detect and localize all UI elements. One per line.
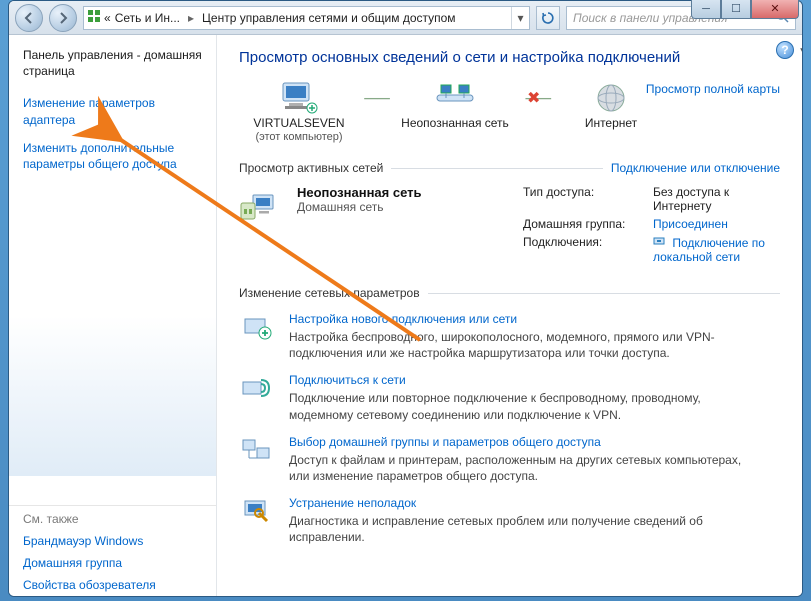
node-sub: (этот компьютер) bbox=[239, 131, 359, 143]
network-link-broken: ── bbox=[515, 80, 551, 116]
lan-icon bbox=[653, 236, 668, 250]
network-node-unidentified[interactable]: Неопознанная сеть bbox=[395, 80, 515, 131]
task-title-link[interactable]: Устранение неполадок bbox=[289, 496, 416, 510]
divider bbox=[428, 293, 780, 294]
arrow-left-icon bbox=[23, 12, 35, 24]
homegroup-value-link[interactable]: Присоединен bbox=[653, 217, 780, 231]
address-bar-row: « Сеть и Ин... ▸ Центр управления сетями… bbox=[9, 1, 802, 35]
sidebar-task-adapter-settings[interactable]: Изменение параметров адаптера bbox=[9, 89, 216, 133]
explorer-window: « Сеть и Ин... ▸ Центр управления сетями… bbox=[8, 0, 803, 597]
sidebar-task-advanced-sharing[interactable]: Изменить дополнительные параметры общего… bbox=[9, 134, 216, 178]
connections-label: Подключения: bbox=[523, 235, 653, 264]
control-panel-icon bbox=[84, 9, 104, 26]
connect-disconnect-link[interactable]: Подключение или отключение bbox=[611, 161, 780, 175]
task-desc: Подключение или повторное подключение к … bbox=[289, 390, 759, 422]
connect-network-icon bbox=[239, 373, 275, 405]
chevron-right-icon: ▸ bbox=[184, 11, 198, 25]
breadcrumb-item-2[interactable]: Центр управления сетями и общим доступом bbox=[198, 11, 460, 25]
active-network-details: Тип доступа: Без доступа к Интернету Дом… bbox=[523, 185, 780, 264]
sidebar-seealso-header: См. также bbox=[9, 505, 216, 530]
task-title-link[interactable]: Настройка нового подключения или сети bbox=[289, 312, 517, 326]
network-node-this-pc[interactable]: VIRTUALSEVEN (этот компьютер) bbox=[239, 80, 359, 143]
task-new-connection: Настройка нового подключения или сети На… bbox=[239, 312, 780, 361]
nav-forward-button[interactable] bbox=[49, 4, 77, 32]
task-desc: Доступ к файлам и принтерам, расположенн… bbox=[289, 452, 759, 484]
breadcrumb-item-1[interactable]: Сеть и Ин... bbox=[111, 11, 184, 25]
network-icon bbox=[395, 80, 515, 116]
divider bbox=[391, 168, 603, 169]
task-connect-network: Подключиться к сети Подключение или повт… bbox=[239, 373, 780, 422]
new-connection-icon bbox=[239, 312, 275, 344]
network-map: Просмотр полной карты VIRTUALSEVEN (этот… bbox=[239, 80, 780, 143]
nav-back-button[interactable] bbox=[15, 4, 43, 32]
page-title: Просмотр основных сведений о сети и наст… bbox=[239, 49, 780, 66]
sidebar-seealso-homegroup[interactable]: Домашняя группа bbox=[9, 552, 216, 574]
window-maximize-button[interactable]: ☐ bbox=[721, 0, 751, 19]
sidebar-home-link[interactable]: Панель управления - домашняя страница bbox=[9, 47, 216, 89]
node-name: Интернет bbox=[551, 116, 671, 131]
view-full-map-link[interactable]: Просмотр полной карты bbox=[646, 82, 780, 96]
node-name: Неопознанная сеть bbox=[395, 116, 515, 131]
task-troubleshoot: Устранение неполадок Диагностика и испра… bbox=[239, 496, 780, 545]
breadcrumb-dropdown[interactable]: ▾ bbox=[511, 7, 529, 29]
network-link-ok: ── bbox=[359, 80, 395, 116]
task-title-link[interactable]: Подключиться к сети bbox=[289, 373, 406, 387]
homegroup-icon bbox=[239, 435, 275, 467]
access-type-value: Без доступа к Интернету bbox=[653, 185, 780, 213]
breadcrumb-prefix[interactable]: « bbox=[104, 11, 111, 25]
sidebar-seealso-internet-options[interactable]: Свойства обозревателя bbox=[9, 574, 216, 596]
arrow-right-icon bbox=[57, 12, 69, 24]
active-networks-header: Просмотр активных сетей bbox=[239, 161, 383, 175]
computer-icon bbox=[239, 80, 359, 116]
breadcrumb[interactable]: « Сеть и Ин... ▸ Центр управления сетями… bbox=[83, 6, 530, 30]
active-network-type[interactable]: Домашняя сеть bbox=[297, 200, 422, 214]
task-desc: Настройка беспроводного, широкополосного… bbox=[289, 329, 759, 361]
sidebar-seealso-firewall[interactable]: Брандмауэр Windows bbox=[9, 530, 216, 552]
window-minimize-button[interactable]: ─ bbox=[691, 0, 721, 19]
sidebar: Панель управления - домашняя страница Из… bbox=[9, 35, 217, 596]
help-icon[interactable]: ? bbox=[776, 41, 794, 59]
troubleshoot-icon bbox=[239, 496, 275, 528]
change-settings-header: Изменение сетевых параметров bbox=[239, 286, 420, 300]
home-network-icon bbox=[239, 185, 283, 225]
main-content: ? Просмотр основных сведений о сети и на… bbox=[217, 35, 802, 596]
access-type-label: Тип доступа: bbox=[523, 185, 653, 213]
active-network-name: Неопознанная сеть bbox=[297, 185, 422, 200]
refresh-button[interactable] bbox=[536, 6, 560, 30]
node-name: VIRTUALSEVEN bbox=[239, 116, 359, 131]
connections-value-link[interactable]: Подключение по локальной сети bbox=[653, 235, 780, 264]
homegroup-label: Домашняя группа: bbox=[523, 217, 653, 231]
task-title-link[interactable]: Выбор домашней группы и параметров общег… bbox=[289, 435, 601, 449]
task-desc: Диагностика и исправление сетевых пробле… bbox=[289, 513, 759, 545]
active-network-block: Неопознанная сеть Домашняя сеть Тип дост… bbox=[239, 185, 780, 264]
task-homegroup-sharing: Выбор домашней группы и параметров общег… bbox=[239, 435, 780, 484]
refresh-icon bbox=[541, 11, 555, 25]
window-close-button[interactable]: ✕ bbox=[751, 0, 799, 19]
